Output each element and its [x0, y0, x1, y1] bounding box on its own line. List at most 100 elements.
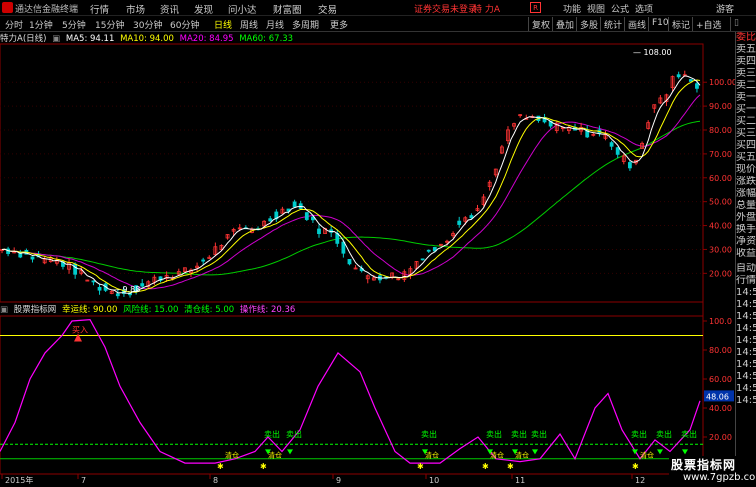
indicator-settings-icon[interactable]: ▣ [0, 305, 8, 315]
record-icon[interactable]: R [530, 2, 541, 13]
candle-body [73, 263, 78, 275]
price-tick-label: 60.00 [709, 174, 732, 183]
menu-wenxiaoda[interactable]: 问小达 [228, 2, 257, 16]
clear-line-label: 清仓线: 5.00 [184, 305, 235, 315]
period-fenshi[interactable]: 分时 [5, 18, 23, 31]
sell-signal-label: 卖出 [421, 429, 437, 439]
clear-star-icon: ✱ [260, 462, 267, 471]
price-tick-label: 20.00 [709, 269, 732, 278]
tick-time: 14:56 [736, 287, 756, 298]
clear-signal-label: 清仓 [425, 451, 439, 460]
quote-item: 买三 [736, 128, 756, 139]
menu-caifuquan[interactable]: 财富圈 [273, 2, 302, 16]
sell-arrow-icon [682, 449, 688, 455]
candle-body [97, 286, 102, 291]
quote-item: 换手 [736, 224, 756, 235]
ind-tick-label: 40.00 [709, 404, 732, 413]
clear-signal-label: 清仓 [225, 451, 239, 460]
ma10-label: MA10: 94.00 [120, 34, 174, 44]
chart-canvas[interactable]: 100.00 90.00 80.00 70.00 60.00 50.00 40.00 30.0… [0, 0, 756, 487]
chart-title: 特力A(日线) [0, 34, 47, 44]
period-daily[interactable]: 日线 [214, 18, 232, 31]
tick-time: 14:56 [736, 371, 756, 382]
mark-button[interactable]: 标记 [668, 17, 693, 31]
auto-tab[interactable]: 自动 [736, 263, 756, 275]
login-warning[interactable]: 证券交易未登录 [414, 2, 477, 15]
quote-item: 买五 [736, 152, 756, 163]
period-1min[interactable]: 1分钟 [29, 18, 53, 31]
candle-body [469, 215, 474, 219]
ma60-line [1, 120, 701, 276]
tick-time: 14:56 [736, 323, 756, 334]
clear-signal-label: 清仓 [515, 451, 529, 460]
quote-item: 卖一 [736, 92, 756, 103]
menu-shitu[interactable]: 视图 [587, 2, 605, 15]
menu-hangqing[interactable]: 行情 [90, 2, 109, 16]
settings-icon[interactable]: ▣ [52, 34, 60, 44]
menu-shichang[interactable]: 市场 [126, 2, 145, 16]
sell-signal-label: 卖出 [486, 429, 502, 439]
quote-item: 买一 [736, 104, 756, 115]
current-stock: 特 力A [473, 5, 501, 15]
period-30min[interactable]: 30分钟 [133, 18, 162, 31]
menu-zixun[interactable]: 资讯 [160, 2, 179, 16]
quote-item: 卖五 [736, 44, 756, 55]
stats-button[interactable]: 统计 [600, 17, 625, 31]
candle-body [317, 228, 321, 235]
site-watermark: 股票指标网 www.7gpzb.com [669, 456, 756, 487]
multi-stock-button[interactable]: 多股 [576, 17, 601, 31]
clear-star-icon: ✱ [507, 462, 514, 471]
x-tick-label: 2015年 [5, 475, 33, 485]
draw-line-button[interactable]: 画线 [624, 17, 649, 31]
quote-item: 涨幅 [736, 188, 756, 199]
price-tick-label: 50.00 [709, 198, 732, 207]
menu-gongshi[interactable]: 公式 [611, 2, 629, 15]
panel-toggle-icon[interactable]: ▯ [730, 17, 742, 31]
candle-body [304, 212, 309, 220]
ma60-label: MA60: 67.33 [239, 34, 294, 44]
period-60min[interactable]: 60分钟 [170, 18, 199, 31]
quote-tab[interactable]: 行情 [736, 275, 756, 287]
menu-xuanxiang[interactable]: 选项 [635, 2, 653, 15]
tick-time: 14:56 [736, 347, 756, 358]
x-tick-label: 9 [336, 476, 341, 485]
main-chart-frame [0, 43, 704, 303]
period-more[interactable]: 更多 [330, 18, 348, 31]
ma20-label: MA20: 84.95 [179, 34, 234, 44]
tick-time: 14:56 [736, 383, 756, 394]
ind-tick-label: 100.0 [709, 317, 732, 326]
guest-label[interactable]: 游客 [716, 2, 734, 15]
period-15min[interactable]: 15分钟 [95, 18, 124, 31]
operation-line [0, 318, 701, 464]
menu-faxian[interactable]: 发现 [194, 2, 213, 16]
tick-time: 14:56 [736, 395, 756, 406]
overlay-button[interactable]: 叠加 [552, 17, 577, 31]
candle-body [268, 218, 273, 222]
add-favorite-button[interactable]: +自选 [692, 17, 725, 31]
menu-gongneng[interactable]: 功能 [563, 2, 581, 15]
clear-signal-label: 清仓 [490, 451, 504, 460]
x-tick-label: 7 [81, 476, 86, 485]
sell-signal-label: 卖出 [631, 429, 647, 439]
lucky-line-label: 幸运线: 90.00 [61, 305, 118, 315]
sell-signal-label: 卖出 [264, 429, 280, 439]
quote-item: 收益 [736, 248, 756, 259]
tick-time: 14:56 [736, 359, 756, 370]
period-weekly[interactable]: 周线 [240, 18, 258, 31]
price-tick-label: 70.00 [709, 150, 732, 159]
ind-tick-label: 80.00 [709, 346, 732, 355]
menu-jiaoyi[interactable]: 交易 [318, 2, 337, 16]
period-monthly[interactable]: 月线 [266, 18, 284, 31]
indicator-info: ▣ 股票指标网 幸运线: 90.00 风险线: 15.00 清仓线: 5.00 … [0, 303, 600, 315]
app-logo-icon [2, 2, 13, 13]
period-5min[interactable]: 5分钟 [62, 18, 86, 31]
clear-star-icon: ✱ [217, 462, 224, 471]
indicator-title: 股票指标网 [13, 305, 57, 315]
period-multi[interactable]: 多周期 [292, 18, 319, 31]
menu-bar: 通达信金融终端 行情 市场 资讯 发现 问小达 财富圈 交易 证券交易未登录 特… [0, 0, 756, 16]
clear-star-icon: ✱ [632, 462, 639, 471]
sell-arrow-icon [287, 449, 293, 455]
price-tick-label: 40.00 [709, 222, 732, 231]
fuquan-button[interactable]: 复权 [528, 17, 553, 31]
risk-line-label: 风险线: 15.00 [123, 305, 179, 315]
